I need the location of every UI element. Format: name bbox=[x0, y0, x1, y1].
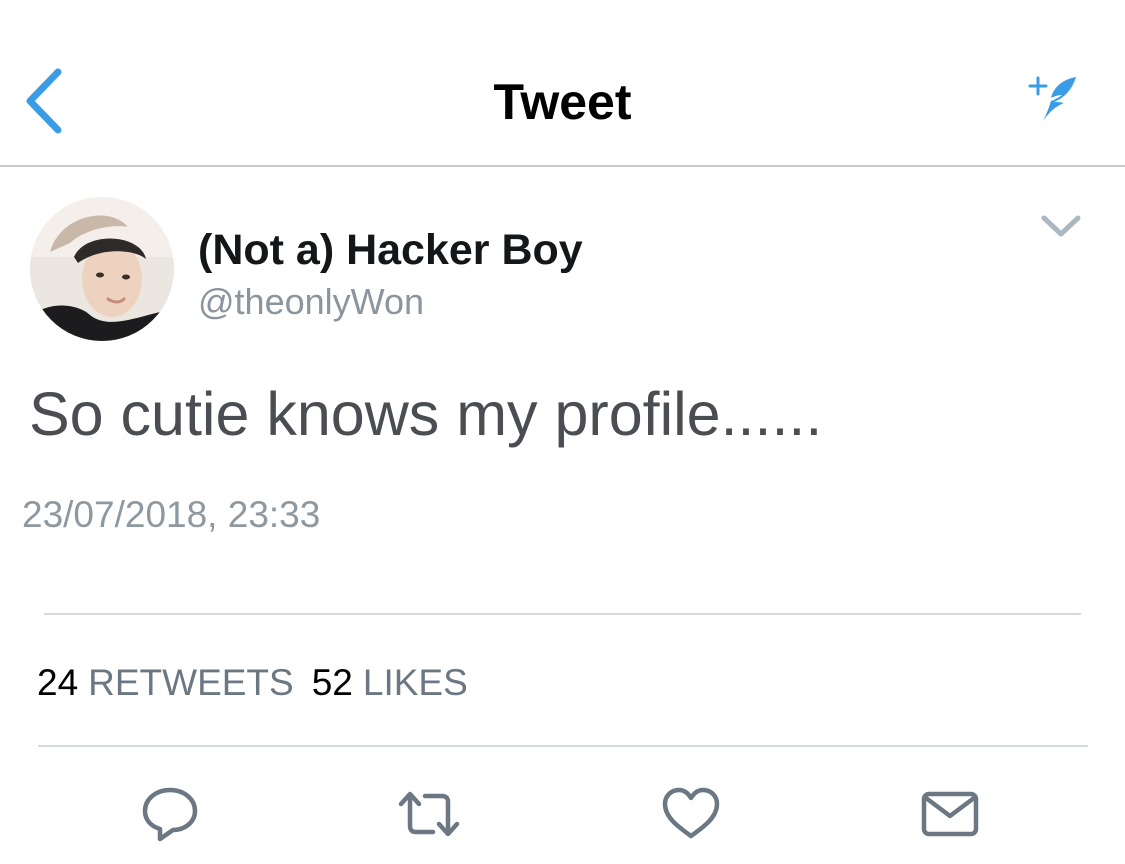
retweet-button[interactable] bbox=[397, 784, 461, 844]
compose-feather-icon bbox=[1028, 76, 1076, 121]
tweet-text: So cutie knows my profile...... bbox=[29, 380, 823, 448]
chevron-down-icon bbox=[1041, 215, 1081, 237]
like-button[interactable] bbox=[659, 784, 723, 844]
divider bbox=[44, 613, 1081, 615]
share-button[interactable] bbox=[918, 784, 982, 844]
divider bbox=[38, 745, 1088, 747]
retweet-icon bbox=[398, 791, 460, 837]
navigation-bar: Tweet bbox=[0, 0, 1125, 167]
retweets-stat[interactable]: 24 RETWEETS bbox=[37, 662, 294, 703]
likes-count: 52 bbox=[311, 662, 353, 703]
retweets-label: RETWEETS bbox=[88, 662, 294, 703]
like-icon bbox=[662, 787, 720, 839]
likes-stat[interactable]: 52 LIKES bbox=[312, 662, 468, 703]
share-icon bbox=[921, 791, 979, 837]
author-name[interactable]: (Not a) Hacker Boy bbox=[198, 224, 583, 276]
tweet-menu-button[interactable] bbox=[1036, 208, 1086, 244]
avatar[interactable] bbox=[30, 197, 174, 341]
page-title: Tweet bbox=[493, 74, 632, 130]
retweets-count: 24 bbox=[37, 662, 79, 703]
tweet-timestamp: 23/07/2018, 23:33 bbox=[22, 494, 321, 535]
reply-icon bbox=[142, 787, 198, 842]
author-handle[interactable]: @theonlyWon bbox=[198, 280, 424, 324]
tweet-stats: 24 RETWEETS 52 LIKES bbox=[37, 660, 468, 706]
likes-label: LIKES bbox=[362, 662, 468, 703]
compose-tweet-button[interactable] bbox=[1024, 72, 1084, 124]
profile-photo bbox=[30, 197, 174, 341]
reply-button[interactable] bbox=[138, 784, 202, 844]
